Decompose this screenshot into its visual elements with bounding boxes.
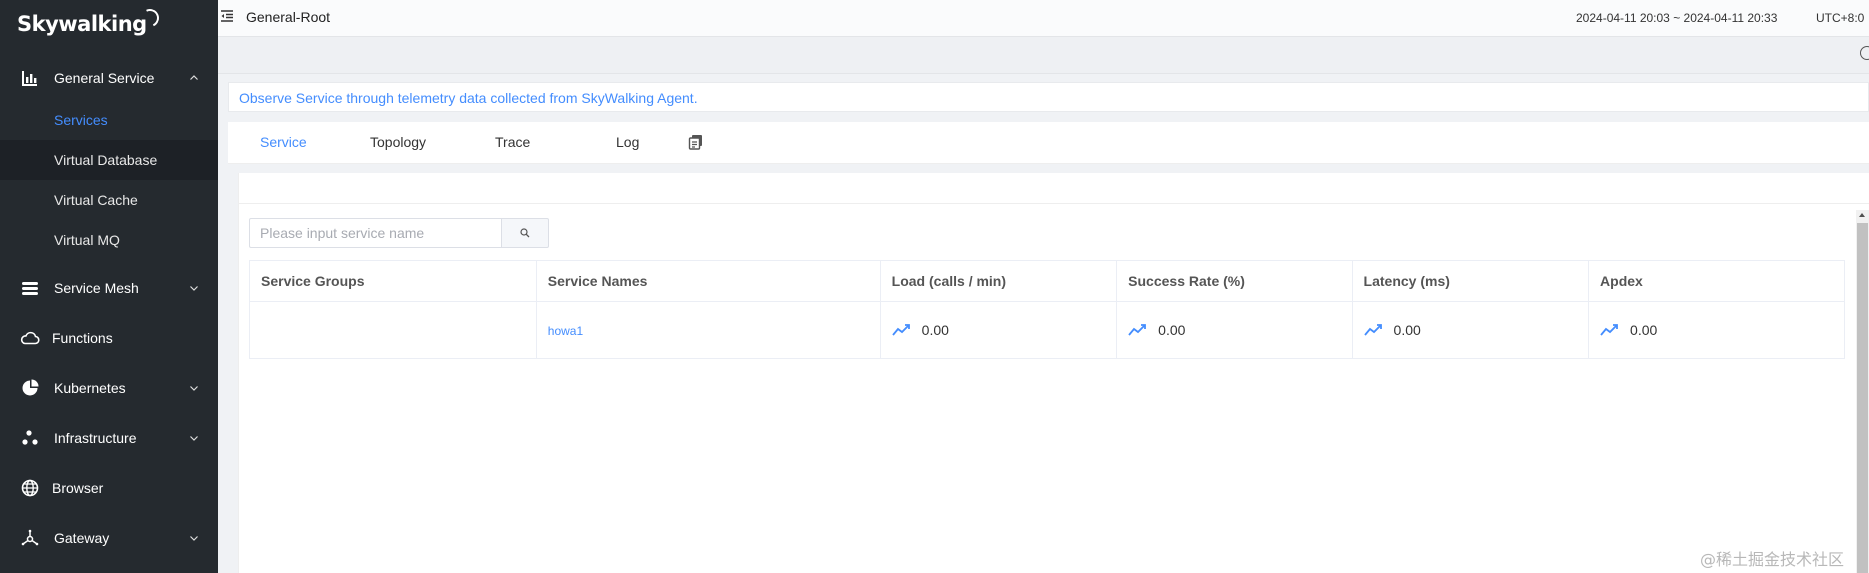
sidebar: Skywalking General Service Services Virt… xyxy=(0,0,218,573)
trend-chart-icon[interactable] xyxy=(1128,323,1147,336)
app-logo[interactable]: Skywalking xyxy=(17,6,162,36)
column-header-service-groups[interactable]: Service Groups xyxy=(249,260,537,302)
sidebar-group-infrastructure[interactable]: Infrastructure xyxy=(0,413,218,463)
sidebar-group-functions[interactable]: Functions xyxy=(0,313,218,363)
sidebar-item-label: Virtual Database xyxy=(54,152,158,168)
service-group-cell xyxy=(249,301,537,359)
scrollbar-thumb[interactable] xyxy=(1857,223,1868,573)
chevron-down-icon xyxy=(190,286,198,291)
column-header-latency[interactable]: Latency (ms) xyxy=(1351,260,1590,302)
services-table: Service Groups Service Names Load (calls… xyxy=(249,260,1845,359)
sidebar-item-label: Virtual Cache xyxy=(54,192,138,208)
trend-chart-icon[interactable] xyxy=(1600,323,1618,336)
table-header-row: Service Groups Service Names Load (calls… xyxy=(249,260,1845,302)
load-cell: 0.00 xyxy=(879,301,1118,359)
gateway-icon xyxy=(20,528,40,548)
sidebar-group-label: Browser xyxy=(52,480,104,496)
watermark: @稀土掘金技术社区 xyxy=(1700,550,1845,569)
sidebar-group-general-service[interactable]: General Service xyxy=(0,53,218,103)
latency-cell: 0.00 xyxy=(1351,301,1590,359)
refresh-icon[interactable] xyxy=(1860,46,1869,60)
sidebar-group-label: Gateway xyxy=(54,530,110,546)
chevron-up-icon xyxy=(190,75,198,80)
pie-chart-icon xyxy=(20,378,40,398)
trend-chart-icon[interactable] xyxy=(891,323,910,336)
sidebar-item-virtual-cache[interactable]: Virtual Cache xyxy=(0,180,218,220)
trend-chart-icon[interactable] xyxy=(1363,323,1382,336)
table-row: howa1 0.00 0.00 0.00 0.00 xyxy=(249,301,1845,359)
apdex-cell: 0.00 xyxy=(1588,301,1845,359)
sidebar-item-virtual-database[interactable]: Virtual Database xyxy=(0,140,218,180)
nodes-icon xyxy=(20,428,40,448)
column-header-apdex[interactable]: Apdex xyxy=(1588,260,1845,302)
dashboard-description: Observe Service through telemetry data c… xyxy=(228,82,1869,112)
tab-trace[interactable]: Trace xyxy=(495,134,530,150)
cloud-icon xyxy=(20,328,40,348)
column-header-service-names[interactable]: Service Names xyxy=(535,260,881,302)
sidebar-group-kubernetes[interactable]: Kubernetes xyxy=(0,363,218,413)
sidebar-item-label: Services xyxy=(54,112,108,128)
success-rate-cell: 0.00 xyxy=(1116,301,1353,359)
apdex-value: 0.00 xyxy=(1630,321,1658,338)
service-name-link[interactable]: howa1 xyxy=(548,324,583,338)
tab-log[interactable]: Log xyxy=(616,134,639,150)
service-name-cell: howa1 xyxy=(535,301,881,359)
column-header-success-rate[interactable]: Success Rate (%) xyxy=(1116,260,1353,302)
sidebar-item-virtual-mq[interactable]: Virtual MQ xyxy=(0,220,218,260)
vertical-scrollbar[interactable] xyxy=(1856,210,1869,573)
dashboard-tabs: Service Topology Trace Log xyxy=(228,122,1869,164)
success-rate-value: 0.00 xyxy=(1158,321,1186,338)
sidebar-group-label: Functions xyxy=(52,330,113,346)
sidebar-item-label: Virtual MQ xyxy=(54,232,120,248)
search-button[interactable] xyxy=(501,218,549,248)
chevron-down-icon xyxy=(190,436,198,441)
chevron-down-icon xyxy=(190,536,198,541)
sidebar-group-gateway[interactable]: Gateway xyxy=(0,513,218,563)
load-value: 0.00 xyxy=(921,321,949,338)
sidebar-item-services[interactable]: Services xyxy=(0,100,218,140)
latency-value: 0.00 xyxy=(1393,321,1421,338)
search-icon xyxy=(520,228,530,238)
layers-icon xyxy=(20,278,40,298)
timezone-label[interactable]: UTC+8:0 xyxy=(1816,11,1864,25)
top-bar: General-Root 2024-04-11 20:03 ~ 2024-04-… xyxy=(218,0,1869,37)
menu-collapse-icon[interactable] xyxy=(220,9,234,23)
sidebar-group-service-mesh[interactable]: Service Mesh xyxy=(0,263,218,313)
column-header-load[interactable]: Load (calls / min) xyxy=(879,260,1118,302)
sidebar-group-label: General Service xyxy=(54,70,155,86)
chevron-down-icon xyxy=(190,386,198,391)
tab-service[interactable]: Service xyxy=(260,134,307,150)
sidebar-group-label: Infrastructure xyxy=(54,430,137,446)
time-range-picker[interactable]: 2024-04-11 20:03 ~ 2024-04-11 20:33 xyxy=(1576,11,1777,25)
sidebar-group-label: Service Mesh xyxy=(54,280,139,296)
service-list-panel: Service Groups Service Names Load (calls… xyxy=(238,173,1869,573)
sidebar-group-label: Kubernetes xyxy=(54,380,126,396)
globe-icon xyxy=(20,478,40,498)
bar-chart-icon xyxy=(20,68,40,88)
copy-icon[interactable] xyxy=(688,134,704,150)
toolbar xyxy=(218,37,1869,74)
search-input[interactable] xyxy=(249,218,501,248)
sidebar-group-browser[interactable]: Browser xyxy=(0,463,218,513)
tab-topology[interactable]: Topology xyxy=(370,134,426,150)
panel-header xyxy=(239,173,1869,204)
scroll-up-arrow-icon[interactable] xyxy=(1859,213,1865,217)
description-text: Observe Service through telemetry data c… xyxy=(239,90,698,106)
page-title: General-Root xyxy=(246,9,331,25)
